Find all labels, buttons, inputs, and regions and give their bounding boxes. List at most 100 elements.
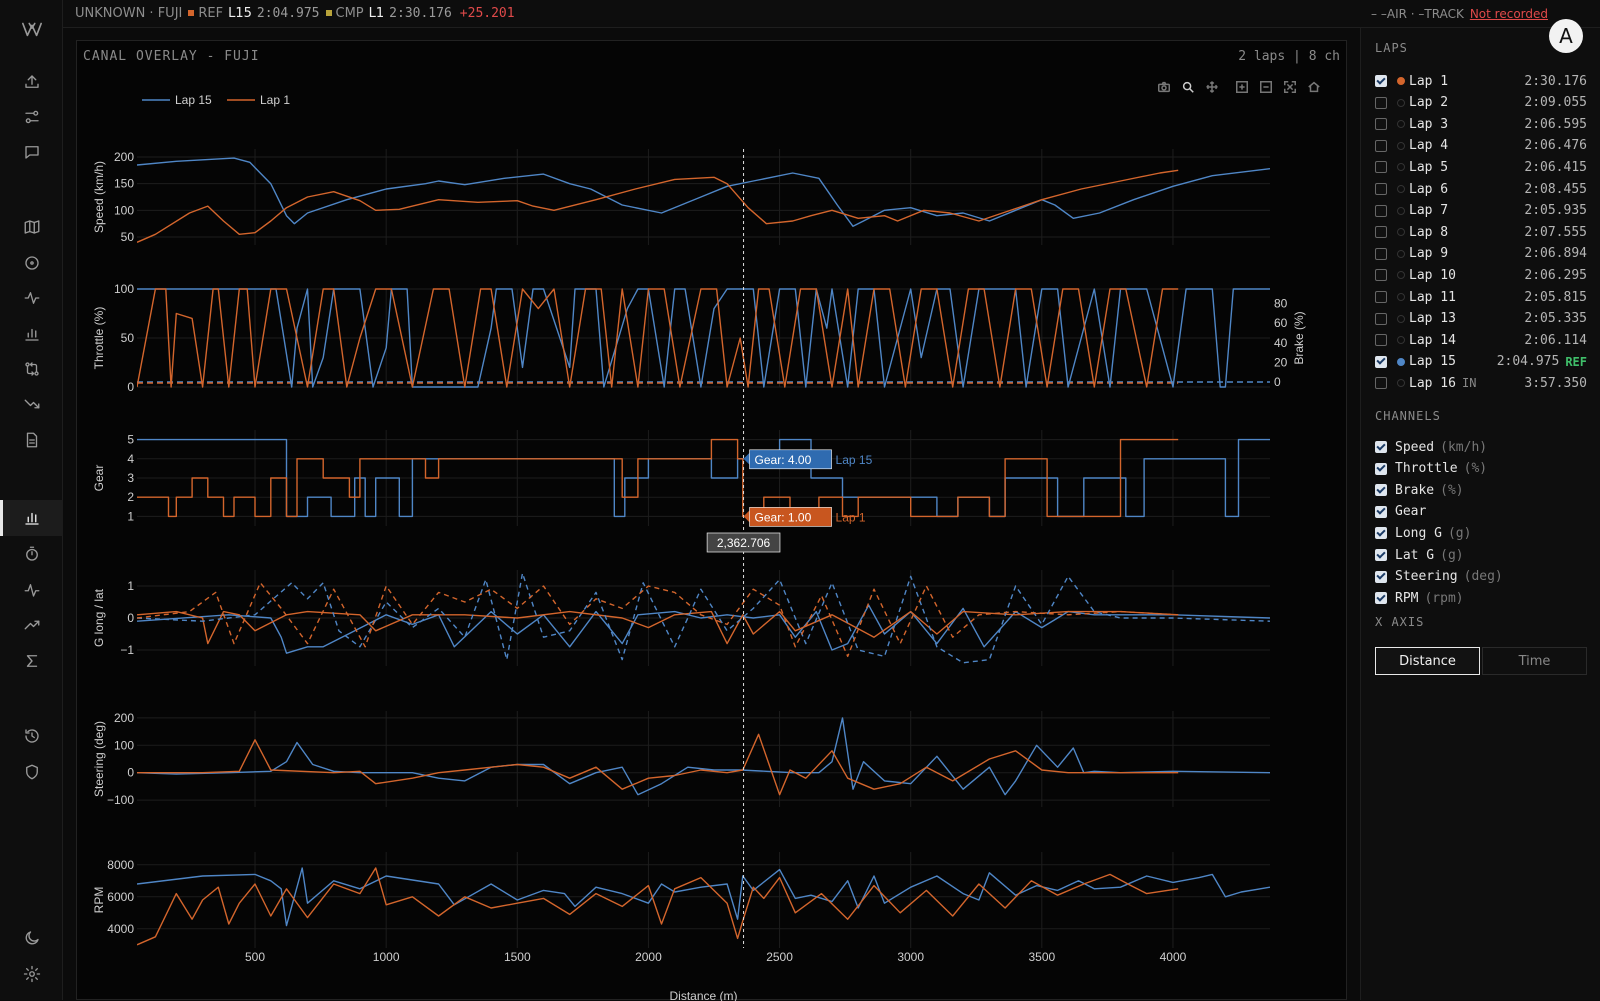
lap-time: 2:05.335 [1524,311,1587,327]
sigma-icon[interactable] [19,648,45,674]
map-icon[interactable] [19,214,45,240]
trend-up-icon[interactable] [19,612,45,638]
lap-row[interactable]: Lap 4 2:06.476 [1375,136,1587,156]
telemetry-plot[interactable]: Lap 15 Lap 150100150200Speed (km/h)050100… [77,41,1348,1001]
weather-status-link[interactable]: Not recorded [1470,7,1548,21]
lap-row[interactable]: Lap 5 2:06.415 [1375,157,1587,177]
message-icon[interactable] [19,139,45,165]
hover-tooltip-lap1: Gear: 1.00 [743,507,832,527]
lap-row[interactable]: Lap 14 2:06.114 [1375,330,1587,350]
channel-checkbox[interactable] [1375,527,1387,540]
pulse-icon[interactable] [19,577,45,603]
lap-row[interactable]: Lap 16 IN 3:57.350 [1375,373,1587,393]
lap-row[interactable]: Lap 6 2:08.455 [1375,179,1587,199]
channel-unit: (deg) [1463,569,1503,585]
reset-axes-icon[interactable] [1305,78,1323,96]
sliders-icon[interactable] [19,104,45,130]
channel-checkbox[interactable] [1375,462,1387,475]
moon-icon[interactable] [19,925,45,951]
bar-chart-icon[interactable] [19,321,45,347]
lap-checkbox[interactable] [1375,355,1387,368]
history-icon[interactable] [19,723,45,749]
y-axis-label: Steering (deg) [92,721,106,797]
lap-checkbox[interactable] [1375,334,1387,347]
channel-checkbox[interactable] [1375,570,1387,583]
channel-unit: (rpm) [1424,590,1464,606]
lap-checkbox[interactable] [1375,226,1387,239]
tooltip-arrow [743,510,750,523]
lap-row[interactable]: Lap 9 2:06.894 [1375,244,1587,264]
lap-checkbox[interactable] [1375,291,1387,303]
lap-checkbox[interactable] [1375,161,1387,174]
channel-row[interactable]: Gear [1375,502,1426,522]
lap-checkbox[interactable] [1375,269,1387,282]
lap-row[interactable]: Lap 1 2:30.176 [1375,71,1587,91]
channel-checkbox[interactable] [1375,484,1387,497]
lap-color-dot [1397,271,1405,280]
camera-icon[interactable] [1155,78,1173,96]
lap-row[interactable]: Lap 13 2:05.335 [1375,309,1587,329]
channel-checkbox[interactable] [1375,441,1387,453]
legend-label: Lap 15 [175,93,212,107]
user-avatar[interactable]: A [1549,19,1583,53]
lap-checkbox[interactable] [1375,204,1387,217]
channel-checkbox[interactable] [1375,505,1387,518]
xaxis-option-time[interactable]: Time [1482,647,1587,675]
trend-down-icon[interactable] [19,391,45,417]
lap-checkbox[interactable] [1375,118,1387,131]
shield-icon[interactable] [19,759,45,785]
lap-color-dot [1397,206,1405,215]
channel-checkbox[interactable] [1375,549,1387,561]
lap-row[interactable]: Lap 7 2:05.935 [1375,201,1587,221]
app-logo-icon[interactable] [18,15,46,43]
channel-row[interactable]: Throttle (%) [1375,459,1487,479]
zoom-icon[interactable] [1179,78,1197,96]
activity-icon[interactable] [19,285,45,311]
compare-icon[interactable] [19,356,45,382]
lap-row[interactable]: Lap 3 2:06.595 [1375,114,1587,134]
lap-row[interactable]: Lap 15 2:04.975 REF [1375,352,1587,372]
channel-row[interactable]: Speed (km/h) [1375,437,1487,457]
lap-name: Lap 6 [1409,181,1449,197]
channel-row[interactable]: Steering (deg) [1375,567,1503,587]
channel-row[interactable]: Brake (%) [1375,480,1464,500]
zoom-out-icon[interactable] [1257,78,1275,96]
autoscale-icon[interactable] [1281,78,1299,96]
upload-icon[interactable] [19,69,45,95]
xaxis-option-distance[interactable]: Distance [1375,647,1480,675]
lap-checkbox[interactable] [1375,312,1387,325]
channel-name: Brake [1395,482,1435,498]
session-bar: UNKNOWN · FUJI REF L15 2:04.975 CMP L1 2… [63,0,1600,28]
channel-row[interactable]: RPM (rpm) [1375,588,1464,608]
target-icon[interactable] [19,250,45,276]
x-tick-label: 3000 [897,950,924,964]
lap-checkbox[interactable] [1375,139,1387,152]
lap-checkbox[interactable] [1375,183,1387,195]
lap-row[interactable]: Lap 11 2:05.815 [1375,287,1587,307]
channel-row[interactable]: Long G (g) [1375,523,1471,543]
lap-checkbox[interactable] [1375,377,1387,390]
y-tick-label: 200 [114,150,134,164]
weather-readout: – –AIR · –TRACK [1371,6,1464,21]
stopwatch-icon[interactable] [19,541,45,567]
analysis-icon[interactable] [19,505,45,531]
zoom-in-icon[interactable] [1233,78,1251,96]
lap-checkbox[interactable] [1375,75,1387,87]
lap-name: Lap 8 [1409,224,1449,240]
lap-row[interactable]: Lap 2 2:09.055 [1375,93,1587,113]
channel-checkbox[interactable] [1375,592,1387,605]
pan-icon[interactable] [1203,78,1221,96]
lap-checkbox[interactable] [1375,96,1387,109]
lap-row[interactable]: Lap 10 2:06.295 [1375,265,1587,285]
lap-row[interactable]: Lap 8 2:07.555 [1375,222,1587,242]
y-tick-label: 2 [127,490,134,504]
ref-lap: L15 [228,6,252,21]
lap-checkbox[interactable] [1375,247,1387,260]
document-icon[interactable] [19,427,45,453]
y-tick-label: 0 [127,766,134,780]
x-tick-label: 500 [245,950,265,964]
chart-toolbar [1155,78,1323,96]
y-tick-label: 8000 [107,858,134,872]
channel-row[interactable]: Lat G (g) [1375,545,1464,565]
settings-icon[interactable] [19,961,45,987]
